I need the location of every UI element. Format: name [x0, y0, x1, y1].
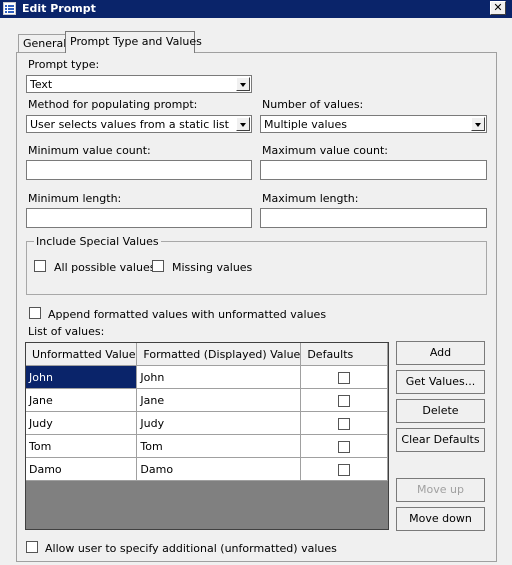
default-cell: [300, 388, 388, 412]
column-header-defaults[interactable]: Defaults: [300, 343, 388, 366]
table-row[interactable]: Tom Tom: [26, 434, 388, 458]
tab-prompt-type-and-values[interactable]: Prompt Type and Values: [65, 31, 202, 53]
missing-values-label: Missing values: [172, 261, 253, 274]
column-header-unformatted[interactable]: Unformatted Value: [26, 343, 138, 366]
close-button[interactable]: ✕: [490, 1, 506, 15]
close-icon: ✕: [493, 1, 503, 14]
formatted-cell[interactable]: Tom: [136, 434, 302, 458]
unformatted-cell[interactable]: Jane: [26, 388, 138, 412]
default-checkbox[interactable]: [338, 371, 351, 384]
table-row[interactable]: John John: [26, 365, 388, 389]
all-possible-values-label: All possible values: [54, 261, 156, 274]
default-cell: [300, 457, 388, 481]
default-checkbox[interactable]: [338, 440, 351, 453]
form-icon: [3, 2, 16, 15]
get-values-button[interactable]: Get Values...: [396, 370, 485, 394]
chevron-down-icon: [236, 77, 250, 91]
min-count-label: Minimum value count:: [28, 144, 151, 157]
method-label: Method for populating prompt:: [28, 98, 198, 111]
table-header-row: Unformatted Value Formatted (Displayed) …: [26, 343, 388, 366]
min-length-field[interactable]: [26, 208, 252, 228]
formatted-cell[interactable]: Jane: [136, 388, 302, 412]
delete-button[interactable]: Delete: [396, 399, 485, 423]
prompt-type-label: Prompt type:: [28, 58, 100, 71]
values-table: Unformatted Value Formatted (Displayed) …: [26, 343, 388, 481]
max-count-field[interactable]: [260, 160, 487, 180]
chevron-down-icon: [236, 117, 250, 131]
append-formatted-label: Append formatted values with unformatted…: [48, 308, 327, 321]
default-cell: [300, 411, 388, 435]
unformatted-cell[interactable]: Judy: [26, 411, 138, 435]
table-row[interactable]: Judy Judy: [26, 411, 388, 435]
default-cell: [300, 365, 388, 389]
max-count-label: Maximum value count:: [262, 144, 388, 157]
chevron-down-icon: [471, 117, 485, 131]
table-row[interactable]: Jane Jane: [26, 388, 388, 412]
number-of-values-label: Number of values:: [262, 98, 364, 111]
formatted-cell[interactable]: Judy: [136, 411, 302, 435]
default-checkbox[interactable]: [338, 463, 351, 476]
tab-prompt-type-label: Prompt Type and Values: [70, 35, 202, 48]
column-header-formatted[interactable]: Formatted (Displayed) Value: [136, 343, 302, 366]
table-row[interactable]: Damo Damo: [26, 457, 388, 481]
number-of-values-select[interactable]: Multiple values: [260, 115, 487, 133]
unformatted-cell[interactable]: Tom: [26, 434, 138, 458]
window-title: Edit Prompt: [22, 2, 96, 15]
title-bar: Edit Prompt ✕: [0, 0, 512, 18]
move-up-button[interactable]: Move up: [396, 478, 485, 502]
default-checkbox[interactable]: [338, 394, 351, 407]
unformatted-cell[interactable]: Damo: [26, 457, 138, 481]
max-length-label: Maximum length:: [262, 192, 359, 205]
list-of-values-label: List of values:: [28, 325, 105, 338]
max-length-field[interactable]: [260, 208, 487, 228]
values-grid[interactable]: Unformatted Value Formatted (Displayed) …: [25, 342, 389, 530]
number-of-values-value: Multiple values: [264, 118, 347, 131]
prompt-type-select[interactable]: Text: [26, 75, 252, 93]
formatted-cell[interactable]: Damo: [136, 457, 302, 481]
append-formatted-checkbox[interactable]: [29, 307, 41, 319]
formatted-cell[interactable]: John: [136, 365, 302, 389]
move-down-button[interactable]: Move down: [396, 507, 485, 531]
tab-general[interactable]: General: [18, 34, 66, 52]
allow-additional-checkbox[interactable]: [26, 541, 38, 553]
allow-additional-label: Allow user to specify additional (unform…: [45, 542, 337, 555]
method-select[interactable]: User selects values from a static list: [26, 115, 252, 133]
min-count-field[interactable]: [26, 160, 252, 180]
min-length-label: Minimum length:: [28, 192, 122, 205]
all-possible-values-checkbox[interactable]: [34, 260, 46, 272]
method-value: User selects values from a static list: [30, 118, 229, 131]
missing-values-checkbox[interactable]: [152, 260, 164, 272]
special-values-title: Include Special Values: [34, 235, 161, 248]
default-cell: [300, 434, 388, 458]
add-button[interactable]: Add: [396, 341, 485, 365]
prompt-type-value: Text: [30, 78, 53, 91]
clear-defaults-button[interactable]: Clear Defaults: [396, 428, 485, 452]
tab-general-label: General: [23, 37, 67, 50]
default-checkbox[interactable]: [338, 417, 351, 430]
unformatted-cell[interactable]: John: [26, 365, 138, 389]
